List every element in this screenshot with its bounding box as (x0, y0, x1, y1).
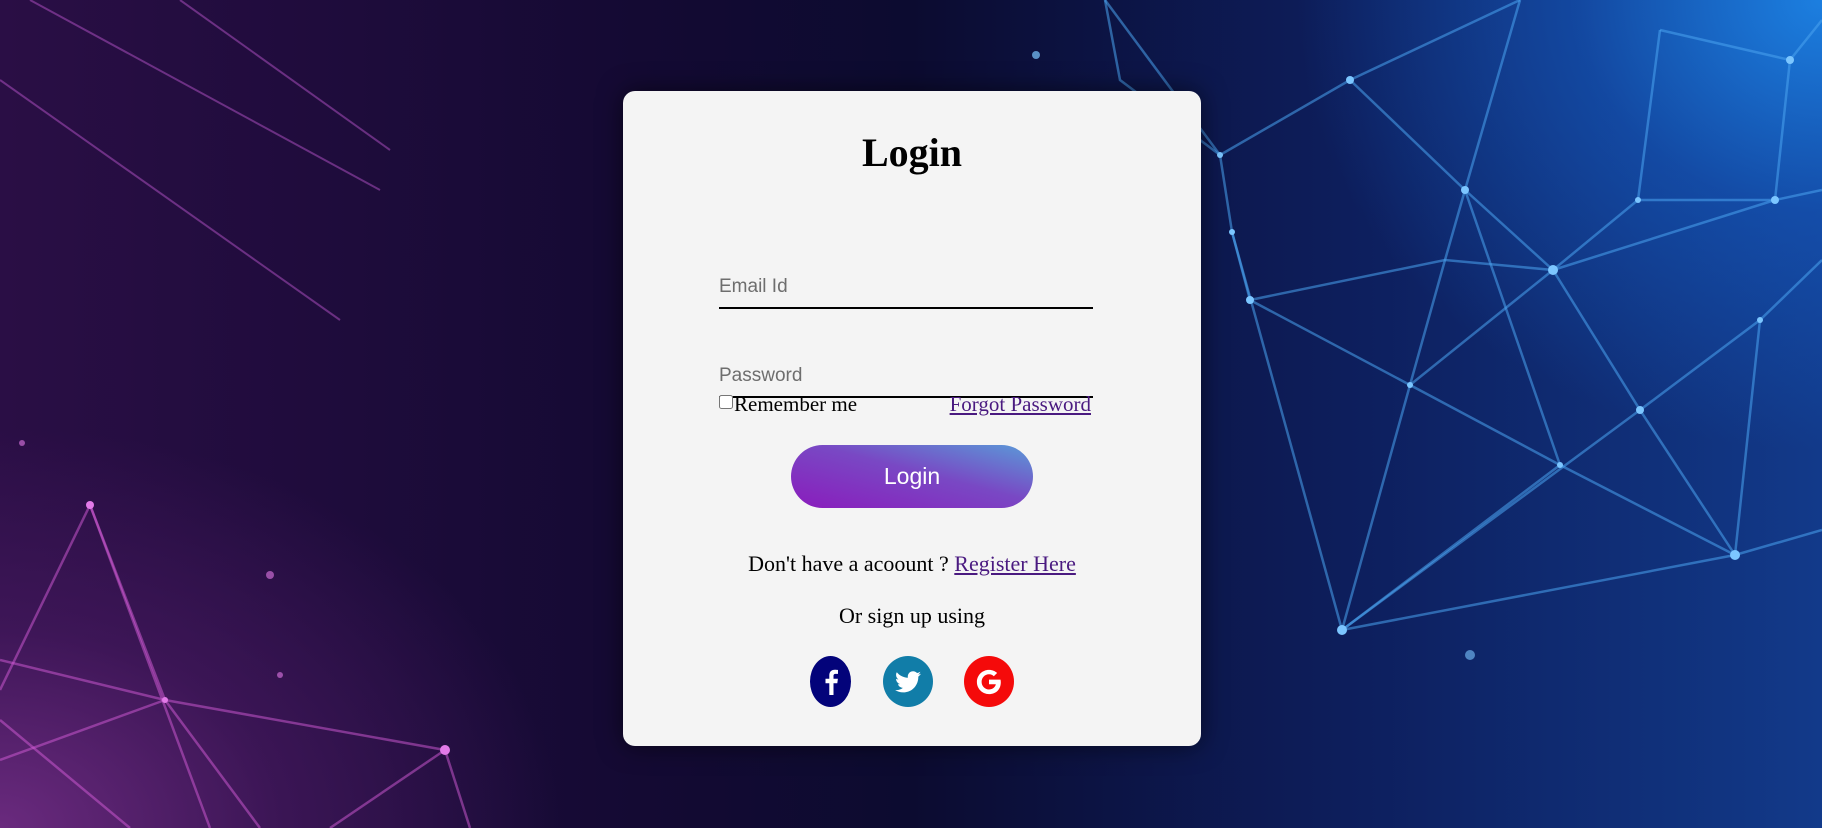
facebook-icon (825, 669, 838, 695)
login-button[interactable]: Login (791, 445, 1033, 508)
forgot-password-link[interactable]: Forgot Password (950, 392, 1091, 417)
login-card: Login Remember me Forgot Password Login … (623, 91, 1201, 746)
remember-checkbox[interactable] (719, 394, 733, 409)
remember-me[interactable]: Remember me (719, 392, 857, 417)
twitter-button[interactable] (883, 656, 933, 707)
remember-label: Remember me (734, 392, 858, 416)
twitter-icon (895, 670, 921, 692)
register-link[interactable]: Register Here (954, 551, 1076, 576)
google-button[interactable] (964, 656, 1014, 707)
facebook-button[interactable] (810, 656, 851, 707)
register-text: Don't have a acoount ? (748, 551, 955, 576)
register-prompt: Don't have a acoount ? Register Here (623, 551, 1201, 577)
email-field[interactable] (719, 267, 1093, 309)
alt-signup-label: Or sign up using (838, 603, 986, 628)
google-icon (976, 669, 1001, 694)
login-title: Login (861, 130, 963, 175)
